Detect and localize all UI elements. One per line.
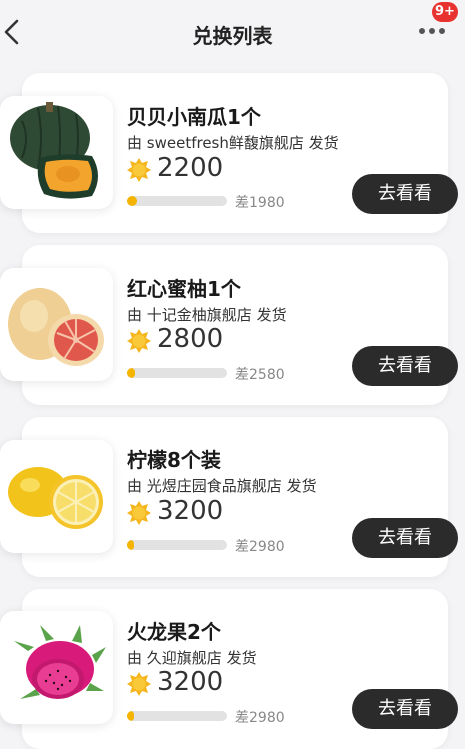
points-diff: 差1980 — [235, 195, 285, 211]
shop-prefix: 由 — [127, 134, 147, 152]
shop-info: 由 十记金柚旗舰店 发货 — [127, 304, 287, 325]
points-value: 2200 — [157, 153, 224, 183]
shop-prefix: 由 — [127, 649, 147, 667]
points-diff: 差2980 — [235, 710, 285, 726]
item-title: 柠檬8个装 — [127, 448, 221, 472]
product-image-lemon[interactable] — [0, 440, 113, 553]
shop-info: 由 久迎旗舰店 发货 — [127, 647, 257, 668]
shop-name: sweetfresh鲜馥旗舰店 — [146, 134, 304, 152]
shop-suffix: 发货 — [251, 306, 287, 324]
shop-name: 久迎旗舰店 — [146, 649, 222, 667]
shop-name: 十记金柚旗舰店 — [146, 306, 252, 324]
shop-prefix: 由 — [127, 306, 147, 324]
progress-fill — [127, 711, 134, 721]
item-title: 红心蜜柚1个 — [127, 277, 241, 301]
product-image-pumpkin[interactable] — [0, 96, 113, 209]
points-value: 3200 — [157, 496, 224, 526]
shop-suffix: 发货 — [221, 649, 257, 667]
gold-coin-icon — [127, 501, 151, 525]
points-value: 2800 — [157, 324, 224, 354]
progress-fill — [127, 540, 134, 550]
shop-name: 光煜庄园食品旗舰店 — [146, 477, 282, 495]
shop-info: 由 sweetfresh鲜馥旗舰店 发货 — [127, 132, 339, 153]
gold-coin-icon — [127, 158, 151, 182]
gold-coin-icon — [127, 329, 151, 353]
progress-bar — [127, 368, 227, 378]
progress-fill — [127, 196, 137, 206]
shop-info: 由 光煜庄园食品旗舰店 发货 — [127, 475, 317, 496]
view-button[interactable]: 去看看 — [352, 346, 458, 386]
product-image-dragonfruit[interactable] — [0, 611, 113, 724]
points-diff: 差2980 — [235, 539, 285, 555]
shop-suffix: 发货 — [303, 134, 339, 152]
gold-coin-icon — [127, 672, 151, 696]
points-diff: 差2580 — [235, 367, 285, 383]
product-image-pomelo[interactable] — [0, 268, 113, 381]
points-value: 3200 — [157, 667, 224, 697]
more-dots-icon[interactable] — [419, 28, 445, 36]
item-title: 火龙果2个 — [127, 620, 221, 644]
page-title: 兑换列表 — [192, 24, 273, 48]
shop-suffix: 发货 — [281, 477, 317, 495]
progress-bar — [127, 711, 227, 721]
view-button[interactable]: 去看看 — [352, 518, 458, 558]
progress-bar — [127, 196, 227, 206]
progress-fill — [127, 368, 135, 378]
notification-badge: 9+ — [432, 2, 458, 22]
view-button[interactable]: 去看看 — [352, 174, 458, 214]
header: 兑换列表 9+ — [0, 0, 465, 62]
item-title: 贝贝小南瓜1个 — [127, 105, 261, 129]
shop-prefix: 由 — [127, 477, 147, 495]
view-button[interactable]: 去看看 — [352, 689, 458, 729]
progress-bar — [127, 540, 227, 550]
